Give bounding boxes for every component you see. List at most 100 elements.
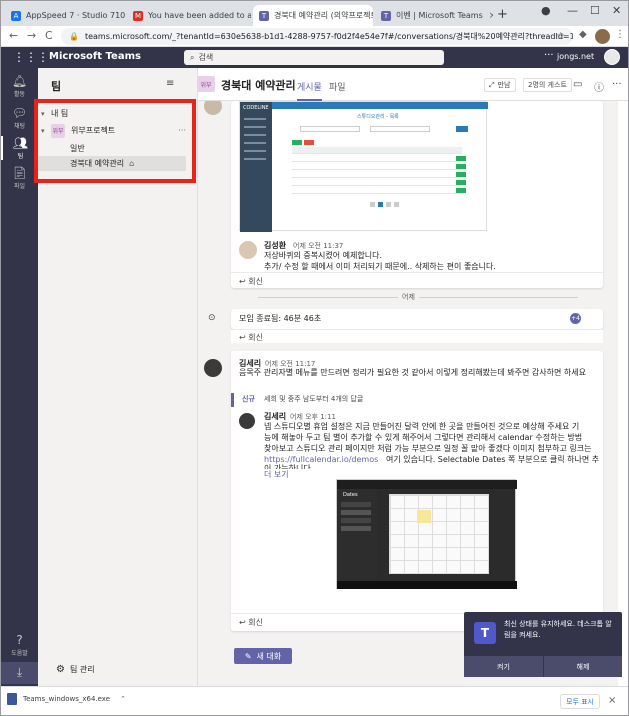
tab-label: 경북대 예약관리 (의약프로젝트 [274, 11, 373, 20]
teams-header: ⋮⋮⋮ Microsoft Teams ⌕ 검색 ··· jongs.net [1, 47, 628, 68]
avatar [239, 241, 257, 259]
app-launcher-icon[interactable]: ⋮⋮⋮ [13, 50, 49, 64]
search-placeholder: 검색 [198, 53, 214, 62]
divider [231, 272, 603, 273]
team-list-pane: 팀 ≡ ▾ 내 팀 ▾ 위부 위부프로젝트 ··· 일반 경북대 예약관리 ⌂ … [38, 68, 198, 686]
address-bar-row: ← → C 🔒 teams.microsoft.com/_?tenantId=6… [1, 26, 628, 47]
extension-puzzle-icon[interactable]: ◆ [579, 29, 587, 40]
extension-icon[interactable]: ● [541, 4, 551, 17]
profile-avatar[interactable] [595, 29, 610, 44]
attached-screenshot[interactable]: CODELINE 스튜디오관리 - 목록 [239, 101, 488, 232]
user-avatar[interactable] [604, 49, 620, 65]
date-separator-label: 어제 [398, 292, 419, 302]
url-field[interactable]: 🔒 teams.microsoft.com/_?tenantId=630e563… [61, 28, 573, 45]
app-rail: 🔔︎ 활동 💬︎ 채팅 👥︎ 팀 📄︎ 파일 ? 도움말 ⤓ [1, 68, 38, 686]
forward-icon[interactable]: → [27, 29, 36, 42]
rail-item-help[interactable]: ? 도움말 [1, 633, 38, 657]
screenshot-menu-line [244, 158, 266, 160]
rail-item-files[interactable]: 📄︎ 파일 [1, 166, 38, 190]
reload-icon[interactable]: C [45, 29, 53, 42]
guests-button[interactable]: 2명의 게스트 [523, 78, 572, 92]
new-badge: 신규 [242, 395, 255, 403]
rail-item-chat[interactable]: 💬︎ 채팅 [1, 106, 38, 130]
bell-icon: 🔔︎ [11, 74, 28, 88]
more-options-icon[interactable]: ··· [544, 50, 554, 61]
conversation-feed: CODELINE 스튜디오관리 - 목록 김성환 어제 오전 11:37 저상바… [198, 101, 618, 686]
rail-item-download[interactable]: ⤓ [1, 662, 38, 684]
close-icon[interactable]: × [483, 11, 493, 21]
participant-count-badge[interactable]: +4 [570, 313, 581, 324]
bookmark-star-icon[interactable]: ☆ [556, 31, 565, 42]
screenshot-menu-line [244, 118, 266, 120]
menu-kebab-icon[interactable]: ⋮ [615, 29, 625, 40]
tree-label: 일반 [70, 144, 85, 153]
close-icon[interactable]: × [608, 695, 616, 706]
screenshot-page-dot [378, 202, 383, 207]
filter-icon[interactable]: ≡ [166, 78, 174, 89]
attached-screenshot[interactable]: Dates [336, 479, 517, 589]
manage-teams-button[interactable]: ⚙ 팀 관리 [56, 664, 95, 675]
see-more-link[interactable]: 더 보기 [264, 469, 289, 480]
reply-button[interactable]: ↩ 회신 [239, 617, 263, 628]
tree-channel-general[interactable]: 일반 [38, 141, 198, 156]
lock-icon: 🔒 [69, 32, 79, 41]
collapsed-replies[interactable]: 신규 세희 및 중주 남도부터 4개의 답글 [231, 393, 603, 407]
rail-item-activity[interactable]: 🔔︎ 활동 [1, 74, 38, 98]
more-options-icon[interactable]: ··· [612, 79, 622, 90]
exe-file-icon [7, 693, 17, 705]
turn-on-button[interactable]: 켜기 [464, 656, 543, 677]
screenshot-calendar [389, 494, 489, 574]
chevron-up-icon[interactable]: ⌃ [120, 695, 126, 703]
meeting-reply-row: ↩ 회신 [231, 329, 603, 343]
tree-team-item[interactable]: ▾ 위부 위부프로젝트 ··· [38, 123, 198, 138]
screenshot-table-row [292, 155, 462, 162]
screenshot-button [456, 126, 468, 132]
browser-tab-active[interactable]: T 경북대 예약관리 (의약프로젝트 × [253, 5, 373, 26]
rail-item-teams[interactable]: 👥︎ 팀 [1, 136, 38, 160]
maximize-icon[interactable]: ☐ [590, 4, 600, 17]
info-icon[interactable]: ⓘ [594, 79, 604, 94]
rail-label: 파일 [13, 183, 26, 190]
chevron-down-icon: ▾ [41, 109, 45, 118]
screenshot-titlebar [337, 480, 517, 489]
channel-name: 경북대 예약관리 [221, 79, 296, 92]
meet-button[interactable]: ⤢ 만남 [484, 78, 516, 92]
teams-icon: T [259, 10, 269, 21]
tree-section-my-teams[interactable]: ▾ 내 팀 [38, 106, 198, 121]
window-close-icon[interactable]: ✕ [612, 4, 621, 17]
message-line: 추가/ 수정 할 때에서 이미 처리되기 때문에.. 삭제하는 편이 좋습니다. [264, 262, 496, 271]
message-thread-card: 김세리 어제 오전 11:17 음목주 관리자별 메뉴를 만드려면 정리가 필요… [204, 351, 603, 631]
download-item[interactable]: Teams_windows_x64.exe ⌃ [7, 693, 126, 705]
screenshot-pagination [370, 202, 410, 207]
browser-tab[interactable]: A AppSpeed 7 · Studio 710 × [5, 5, 125, 26]
meeting-card: ⊙ 모임 종료됨: 46분 46초 +4 [208, 309, 603, 329]
search-icon: ⌕ [190, 52, 195, 62]
reply-button[interactable]: ↩ 회신 [239, 332, 263, 343]
browser-tab[interactable]: T 이벤 | Microsoft Teams × [375, 5, 493, 26]
manage-label: 팀 관리 [69, 665, 95, 674]
more-options-icon[interactable]: ··· [178, 126, 186, 135]
rail-label: 도움말 [11, 650, 28, 657]
tab-files[interactable]: 파일 [329, 80, 346, 93]
reply-button[interactable]: ↩ 회신 [239, 276, 263, 287]
search-input[interactable]: ⌕ 검색 [184, 50, 444, 65]
app-name: Microsoft Teams [49, 51, 141, 62]
new-conversation-button[interactable]: ✎ 새 대화 [234, 648, 292, 664]
video-icon[interactable]: ▭ [573, 79, 582, 90]
tree-channel-selected[interactable]: 경북대 예약관리 ⌂ [38, 156, 186, 171]
minimize-icon[interactable]: — [567, 4, 578, 17]
tab-posts[interactable]: 게시물 [297, 80, 322, 101]
reply-label: 회신 [248, 333, 263, 342]
tree-label: 내 팀 [51, 109, 69, 118]
notification-text: 최신 상태를 유지하세요. 데스크톱 알림을 켜세요. [504, 620, 612, 639]
browser-tab[interactable]: M You have been added to a te × [127, 5, 251, 26]
screenshot-table-row [292, 179, 462, 186]
rail-label: 활동 [13, 91, 26, 98]
dismiss-button[interactable]: 해제 [543, 656, 622, 677]
rail-label: 팀 [17, 153, 24, 160]
new-tab-button[interactable]: + [497, 7, 508, 22]
team-avatar: 위부 [197, 76, 215, 92]
desktop-notification-prompt: T 최신 상태를 유지하세요. 데스크톱 알림을 켜세요. 켜기 해제 [464, 612, 622, 677]
back-icon[interactable]: ← [9, 29, 18, 42]
show-all-button[interactable]: 모두 표시 [560, 694, 600, 709]
